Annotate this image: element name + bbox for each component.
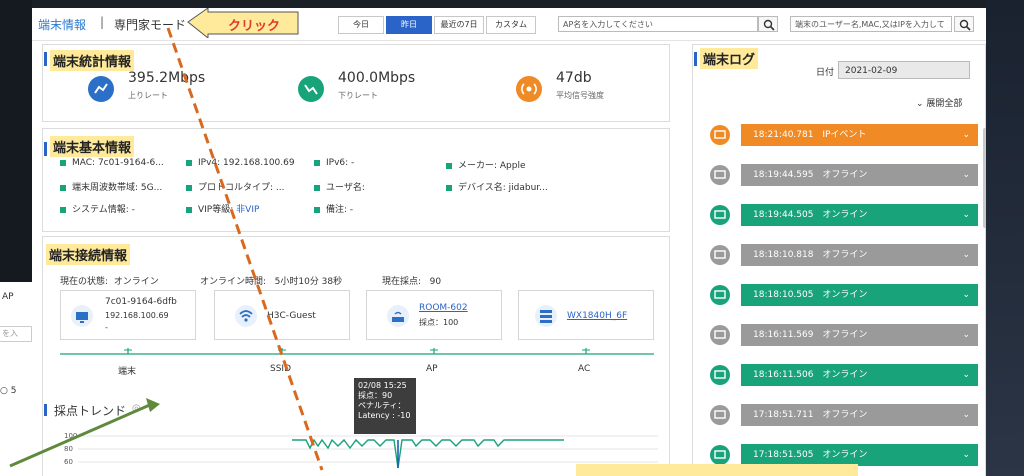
green-arrow-head <box>146 398 160 412</box>
bottom-callout <box>576 464 858 476</box>
dashed-arrow <box>166 27 324 471</box>
annotation-overlay <box>9 27 324 471</box>
green-pointer-arrow <box>9 402 153 468</box>
